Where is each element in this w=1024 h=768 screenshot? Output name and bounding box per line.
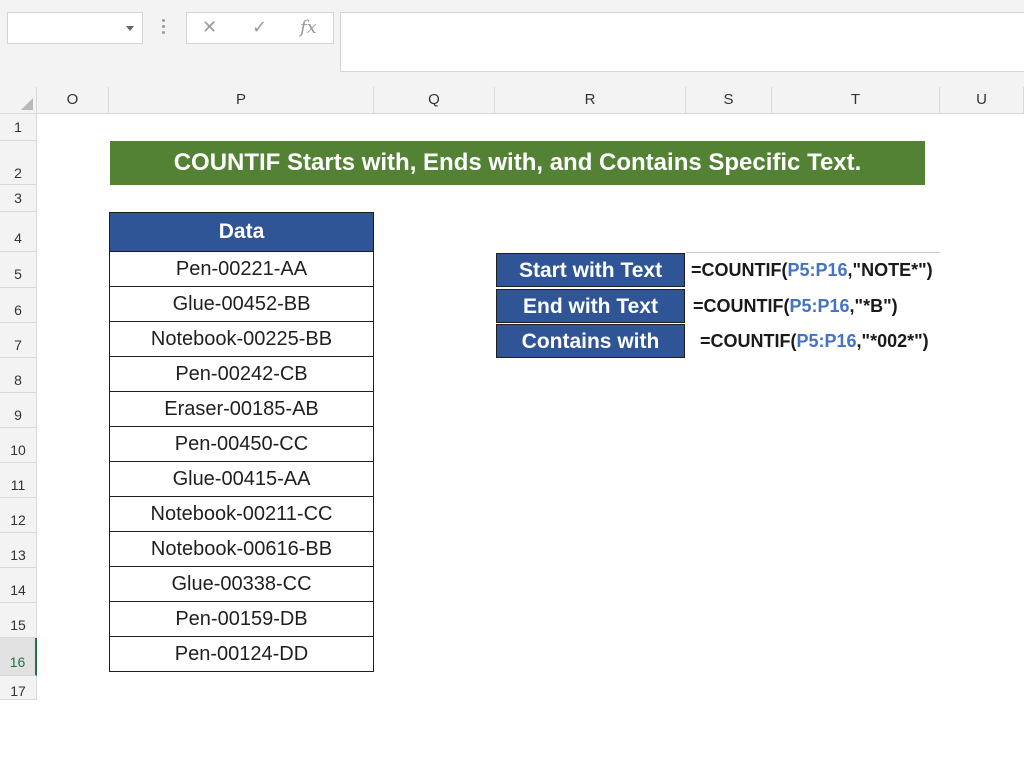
formula-suffix: ,"*002*") <box>856 331 929 351</box>
column-header-s[interactable]: S <box>686 87 772 114</box>
row-header[interactable]: 10 <box>0 428 37 463</box>
formula-toolbar: ✕ ✓ fx <box>0 0 1024 87</box>
drag-handle-icon[interactable] <box>162 16 166 38</box>
data-cell[interactable]: Pen-00221-AA <box>109 251 374 287</box>
data-cell[interactable]: Pen-00159-DB <box>109 601 374 637</box>
column-header-t[interactable]: T <box>772 87 940 114</box>
row-header[interactable]: 8 <box>0 358 37 393</box>
chevron-down-icon[interactable] <box>126 26 134 31</box>
column-header-r[interactable]: R <box>495 87 686 114</box>
name-box[interactable] <box>7 12 143 44</box>
cancel-icon[interactable]: ✕ <box>202 17 217 38</box>
data-table: Data Pen-00221-AA Glue-00452-BB Notebook… <box>109 212 374 672</box>
insert-function-icon[interactable]: fx <box>300 17 317 38</box>
data-cell[interactable]: Notebook-00211-CC <box>109 496 374 532</box>
enter-icon[interactable]: ✓ <box>252 17 267 38</box>
column-header-p[interactable]: P <box>109 87 374 114</box>
row-header[interactable]: 3 <box>0 185 37 212</box>
data-cell[interactable]: Eraser-00185-AB <box>109 391 374 427</box>
data-cell[interactable]: Glue-00452-BB <box>109 286 374 322</box>
data-cell[interactable]: Notebook-00225-BB <box>109 321 374 357</box>
formula-cell-end[interactable]: =COUNTIF(P5:P16,"*B") <box>693 289 898 323</box>
row-header[interactable]: 4 <box>0 212 37 252</box>
data-header-cell[interactable]: Data <box>109 212 374 252</box>
row-header[interactable]: 14 <box>0 568 37 603</box>
formula-suffix: ,"*B") <box>849 296 898 316</box>
row-header[interactable]: 9 <box>0 393 37 428</box>
formula-prefix: =COUNTIF( <box>700 331 797 351</box>
row-header[interactable]: 17 <box>0 676 37 700</box>
criteria-label-start[interactable]: Start with Text <box>496 253 685 287</box>
select-all-icon <box>21 98 33 110</box>
row-header[interactable]: 13 <box>0 533 37 568</box>
column-header-u[interactable]: U <box>940 87 1024 114</box>
sheet-title[interactable]: COUNTIF Starts with, Ends with, and Cont… <box>110 141 925 185</box>
data-cell[interactable]: Notebook-00616-BB <box>109 531 374 567</box>
row-header-selected[interactable]: 16 <box>0 638 37 676</box>
row-header[interactable]: 7 <box>0 323 37 358</box>
formula-cell-contains[interactable]: =COUNTIF(P5:P16,"*002*") <box>700 324 929 358</box>
row-header[interactable]: 5 <box>0 252 37 288</box>
row-header[interactable]: 12 <box>0 498 37 533</box>
row-header[interactable]: 2 <box>0 141 37 185</box>
criteria-label-contains[interactable]: Contains with <box>496 324 685 358</box>
data-cell[interactable]: Glue-00415-AA <box>109 461 374 497</box>
formula-range-ref: P5:P16 <box>789 296 850 316</box>
formula-range-ref: P5:P16 <box>787 260 848 280</box>
formula-input[interactable] <box>340 12 1024 72</box>
row-header[interactable]: 11 <box>0 463 37 498</box>
data-cell[interactable]: Glue-00338-CC <box>109 566 374 602</box>
formula-prefix: =COUNTIF( <box>691 260 788 280</box>
row-header[interactable]: 1 <box>0 114 37 141</box>
data-cell[interactable]: Pen-00124-DD <box>109 636 374 672</box>
row-header[interactable]: 15 <box>0 603 37 638</box>
column-header-q[interactable]: Q <box>374 87 495 114</box>
data-cell[interactable]: Pen-00242-CB <box>109 356 374 392</box>
formula-prefix: =COUNTIF( <box>693 296 790 316</box>
data-cell[interactable]: Pen-00450-CC <box>109 426 374 462</box>
criteria-label-end[interactable]: End with Text <box>496 289 685 323</box>
formula-suffix: ,"NOTE*") <box>847 260 933 280</box>
formula-cell-start[interactable]: =COUNTIF(P5:P16,"NOTE*") <box>691 253 933 287</box>
formula-range-ref: P5:P16 <box>796 331 857 351</box>
column-header-o[interactable]: O <box>37 87 109 114</box>
select-all-button[interactable] <box>0 87 37 114</box>
formula-buttons: ✕ ✓ fx <box>186 12 334 44</box>
row-header[interactable]: 6 <box>0 288 37 323</box>
